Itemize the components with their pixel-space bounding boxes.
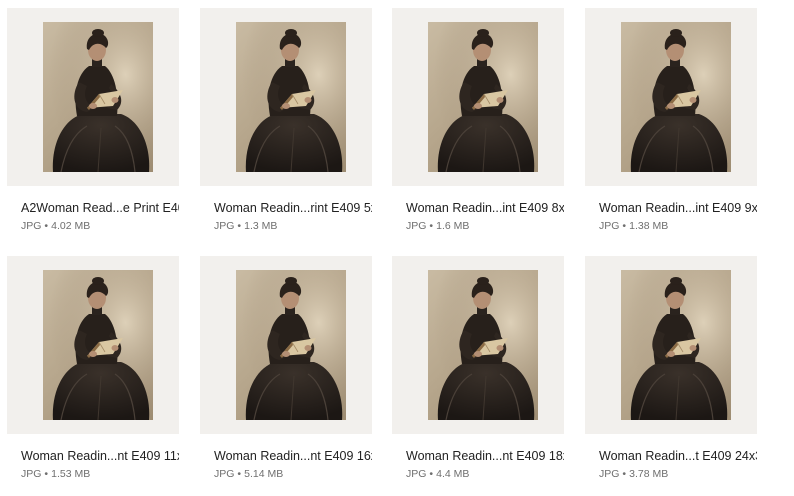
file-thumbnail[interactable] [392,256,564,434]
file-meta: JPG • 3.78 MB [599,468,668,480]
file-name: Woman Readin...nt E409 18x24 [406,449,564,463]
file-name: A2Woman Read...e Print E409 [21,201,179,215]
file-type: JPG [599,468,620,480]
file-meta: JPG • 1.6 MB [406,220,469,232]
file-size: 1.53 MB [51,468,91,480]
file-type: JPG [214,468,235,480]
file-size: 1.38 MB [629,220,669,232]
file-meta: JPG • 1.53 MB [21,468,90,480]
file-card[interactable]: A2Woman Read...e Print E409 JPG • 4.02 MB [7,8,179,248]
file-thumbnail[interactable] [200,8,372,186]
meta-separator: • [622,468,627,480]
file-thumbnail[interactable] [392,8,564,186]
painting-image [428,22,538,172]
painting-image [236,22,346,172]
meta-separator: • [44,220,49,232]
file-size: 5.14 MB [244,468,284,480]
file-type: JPG [21,220,42,232]
file-meta: JPG • 1.38 MB [599,220,668,232]
file-size: 4.4 MB [436,468,470,480]
file-name: Woman Readin...nt E409 11x14 [21,449,179,463]
file-card[interactable]: Woman Readin...nt E409 11x14 JPG•1.53 MB [7,256,179,496]
painting-image [621,22,731,172]
file-size: 3.78 MB [629,468,669,480]
file-thumbnail[interactable] [585,256,757,434]
file-meta: JPG • 5.14 MB [214,468,283,480]
file-size: 1.6 MB [436,220,470,232]
file-card[interactable]: Woman Readin...nt E409 16x20 JPG•5.14 MB [200,256,372,496]
file-name: Woman Readin...int E409 9x12 [599,201,757,215]
file-thumbnail[interactable] [7,8,179,186]
meta-separator: • [237,468,242,480]
file-meta: JPG • 4.4 MB [406,468,469,480]
painting-image [236,270,346,420]
painting-image [621,270,731,420]
file-name: Woman Readin...t E409 24x36 [599,449,757,463]
file-type: JPG [406,468,427,480]
file-thumbnail[interactable] [585,8,757,186]
file-thumbnail[interactable] [7,256,179,434]
meta-separator: • [622,220,627,232]
file-card[interactable]: Woman Readin...nt E409 18x24 JPG•4.4 MB [392,256,564,496]
file-type: JPG [599,220,620,232]
meta-separator: • [237,220,242,232]
file-card[interactable]: Woman Readin...int E409 8x10 JPG • 1.6 MB [392,8,564,248]
file-card[interactable]: Woman Readin...int E409 9x12 JPG • 1.38 MB [585,8,757,248]
file-size: 1.3 MB [244,220,278,232]
file-type: JPG [21,468,42,480]
file-size: 4.02 MB [51,220,91,232]
file-name: Woman Readin...rint E409 5x7 [214,201,372,215]
file-grid: A2Woman Read...e Print E409 JPG • 4.02 MB [0,0,794,496]
file-meta: JPG • 1.3 MB [214,220,277,232]
file-type: JPG [214,220,235,232]
meta-separator: • [429,468,434,480]
file-thumbnail[interactable] [200,256,372,434]
file-name: Woman Readin...int E409 8x10 [406,201,564,215]
meta-separator: • [44,468,49,480]
file-meta: JPG • 4.02 MB [21,220,90,232]
file-type: JPG [406,220,427,232]
painting-image [43,270,153,420]
file-card[interactable]: Woman Readin...rint E409 5x7 JPG • 1.3 MB [200,8,372,248]
painting-image [43,22,153,172]
painting-image [428,270,538,420]
file-card[interactable]: Woman Readin...t E409 24x36 JPG • 3.78 MB [585,256,757,496]
file-name: Woman Readin...nt E409 16x20 [214,449,372,463]
meta-separator: • [429,220,434,232]
